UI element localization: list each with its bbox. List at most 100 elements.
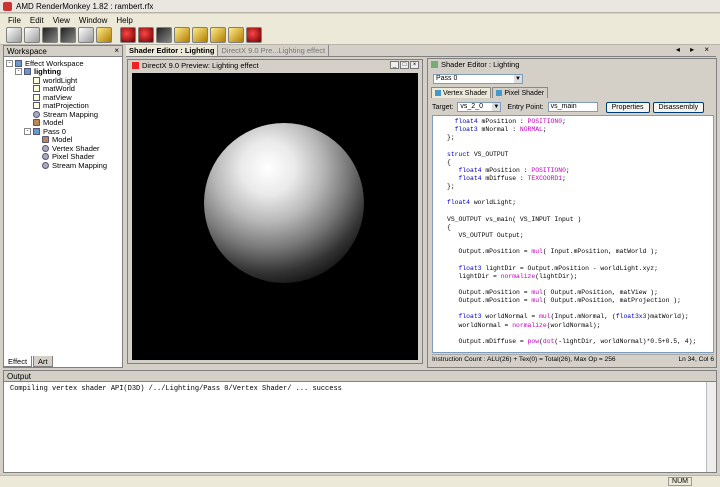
variable-icon	[33, 93, 40, 101]
tree-item[interactable]: - Effect Workspace	[6, 59, 122, 68]
tree-item[interactable]: Model	[6, 118, 122, 127]
shader-icon	[431, 61, 438, 68]
output-title-bar: Output	[4, 371, 716, 382]
code-line: float4 mDiffuse : TEXCOORD1;	[458, 174, 566, 182]
target-select-value: vs_2_0	[460, 103, 483, 110]
tree-item[interactable]: Stream Mapping	[6, 161, 122, 170]
tree-item[interactable]: matView	[6, 93, 122, 102]
menu-edit[interactable]: Edit	[30, 16, 44, 25]
pass-select[interactable]: Pass 0 ▼	[433, 74, 523, 84]
tab-effect[interactable]: Effect	[3, 356, 33, 367]
film-icon[interactable]	[210, 27, 226, 43]
chevron-down-icon: ▼	[492, 103, 501, 111]
tree-item[interactable]: - lighting	[6, 67, 122, 76]
film-icon[interactable]	[192, 27, 208, 43]
properties-button[interactable]: Properties	[605, 101, 650, 113]
shader-tabs: Vertex Shader Pixel Shader	[431, 87, 549, 98]
tab-vertex-shader-label: Vertex Shader	[443, 89, 488, 97]
tree-item-label: Stream Mapping	[52, 160, 108, 170]
model-icon	[33, 119, 40, 127]
output-panel: Output Compiling vertex shader API(D3D) …	[3, 370, 717, 473]
entry-point-label: Entry Point:	[507, 103, 544, 111]
code-editor[interactable]: float4 mPosition : POSITION0; float3 mNo…	[432, 115, 714, 353]
menu-help[interactable]: Help	[116, 16, 132, 25]
tree-item[interactable]: Pixel Shader	[6, 152, 122, 161]
menu-window[interactable]: Window	[79, 16, 107, 25]
open-icon[interactable]	[24, 27, 40, 43]
tree-item[interactable]: worldLight	[6, 76, 122, 85]
tab-scroll-controls[interactable]: ◂ ▸ ×	[676, 45, 713, 54]
teapot-icon[interactable]	[60, 27, 76, 43]
collapse-icon[interactable]: -	[15, 68, 22, 76]
shader-icon	[42, 153, 49, 161]
app-icon	[3, 1, 12, 11]
menu-file[interactable]: File	[8, 16, 21, 25]
maximize-button[interactable]: □	[400, 61, 409, 69]
stream-icon	[42, 161, 49, 169]
workspace-title: Workspace	[7, 46, 47, 56]
code-text: float4 mPosition : POSITION0; float3 mNo…	[433, 116, 713, 352]
code-line: float3 lightDir = Output.mPosition - wor…	[458, 264, 658, 272]
code-line: {	[447, 223, 451, 231]
code-line: VS_OUTPUT vs_main( VS_INPUT Input )	[447, 215, 582, 223]
tab-shader-editor[interactable]: Shader Editor : Lighting	[126, 45, 219, 56]
cursor-position: Ln 34, Col 6	[678, 356, 714, 363]
film-icon[interactable]	[228, 27, 244, 43]
render-icon[interactable]	[42, 27, 58, 43]
sphere-icon[interactable]	[78, 27, 94, 43]
shader-editor-pane: Shader Editor : Lighting Pass 0 ▼ Vertex…	[427, 58, 717, 368]
tab-directx-preview[interactable]: DirectX 9.0 Pre...Lighting effect	[218, 45, 330, 56]
code-line: float4 mPosition : POSITION0;	[454, 118, 566, 125]
num-lock-indicator: NUM	[668, 477, 692, 486]
tab-art[interactable]: Art	[33, 356, 53, 367]
code-line: float4 worldLight;	[447, 199, 517, 207]
code-line: float3 mNormal : NORMAL;	[454, 126, 547, 134]
instruction-count: Instruction Count : ALU(26) + Tex(0) = T…	[432, 356, 616, 363]
code-line: Output.mPosition = mul( Output.mPosition…	[447, 288, 658, 296]
close-button[interactable]: ×	[410, 61, 419, 69]
code-line: worldNormal = normalize(worldNormal);	[447, 321, 601, 329]
minimize-button[interactable]: _	[390, 61, 399, 69]
tab-pixel-shader[interactable]: Pixel Shader	[492, 87, 549, 98]
model-icon	[42, 136, 49, 144]
eye-icon[interactable]	[138, 27, 154, 43]
hand-icon[interactable]	[246, 27, 262, 43]
collapse-icon[interactable]: -	[6, 59, 13, 67]
code-line: float3 worldNormal = mul(Input.mNormal, …	[458, 313, 689, 321]
entry-point-field[interactable]: vs_main	[547, 102, 598, 112]
disassembly-button[interactable]: Disassembly	[652, 101, 705, 113]
paint-icon[interactable]	[96, 27, 112, 43]
render-viewport[interactable]	[132, 73, 418, 360]
variable-icon	[33, 85, 40, 93]
close-icon[interactable]: ×	[114, 46, 119, 55]
target-select[interactable]: vs_2_0 ▼	[457, 102, 502, 112]
target-row: Target: vs_2_0 ▼ Entry Point: vs_main Pr…	[432, 101, 714, 113]
code-line: };	[447, 183, 455, 191]
film-icon[interactable]	[156, 27, 172, 43]
tab-vertex-shader[interactable]: Vertex Shader	[431, 87, 492, 98]
red-ball-icon[interactable]	[120, 27, 136, 43]
tree-item[interactable]: Stream Mapping	[6, 110, 122, 119]
code-line: lightDir = normalize(lightDir);	[447, 272, 578, 280]
toolbar	[0, 26, 720, 45]
tree-item[interactable]: Vertex Shader	[6, 144, 122, 153]
tree-item[interactable]: matWorld	[6, 84, 122, 93]
output-scrollbar[interactable]	[706, 382, 716, 472]
tree-item[interactable]: - Pass 0	[6, 127, 122, 136]
tree-item[interactable]: matProjection	[6, 101, 122, 110]
code-line: Output.mPosition = mul( Output.mPosition…	[447, 297, 681, 305]
collapse-icon[interactable]: -	[24, 127, 31, 135]
workspace-panel: Workspace × - Effect Workspace - lighting wo…	[3, 45, 123, 368]
preview-title: DirectX 9.0 Preview: Lighting effect	[142, 61, 259, 70]
film-icon[interactable]	[174, 27, 190, 43]
new-icon[interactable]	[6, 27, 22, 43]
tree-item[interactable]: Model	[6, 135, 122, 144]
effect-icon	[24, 68, 31, 76]
code-line: Output.mPosition = mul( Input.mPosition,…	[447, 248, 658, 256]
code-line: VS_OUTPUT Output;	[447, 231, 524, 239]
menu-view[interactable]: View	[53, 16, 70, 25]
